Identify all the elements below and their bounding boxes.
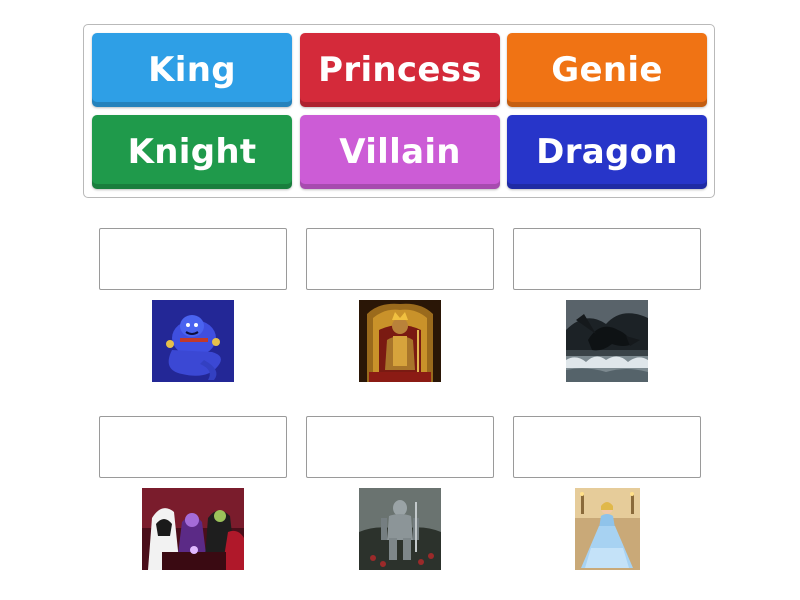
drop-slot-2[interactable]: [306, 228, 494, 290]
word-tile-dragon[interactable]: Dragon: [507, 115, 707, 189]
word-tile-genie[interactable]: Genie: [507, 33, 707, 107]
drop-slot-6[interactable]: [513, 416, 701, 478]
drop-slot-3[interactable]: [513, 228, 701, 290]
villains-picture: [142, 488, 244, 570]
word-tile-knight[interactable]: Knight: [92, 115, 292, 189]
word-tile-villain[interactable]: Villain: [300, 115, 500, 189]
princess-in-blue-gown-picture: [575, 488, 640, 570]
genie-picture: [152, 300, 234, 382]
drop-slot-4[interactable]: [99, 416, 287, 478]
word-tile-princess[interactable]: Princess: [300, 33, 500, 107]
word-bank: King Princess Genie Knight Villain Drago…: [83, 24, 715, 198]
dragon-picture: [566, 300, 648, 382]
drop-slot-5[interactable]: [306, 416, 494, 478]
drop-slot-1[interactable]: [99, 228, 287, 290]
word-tile-king[interactable]: King: [92, 33, 292, 107]
knight-in-armor-picture: [359, 488, 441, 570]
match-up-activity: King Princess Genie Knight Villain Drago…: [0, 0, 800, 600]
king-on-throne-picture: [359, 300, 441, 382]
